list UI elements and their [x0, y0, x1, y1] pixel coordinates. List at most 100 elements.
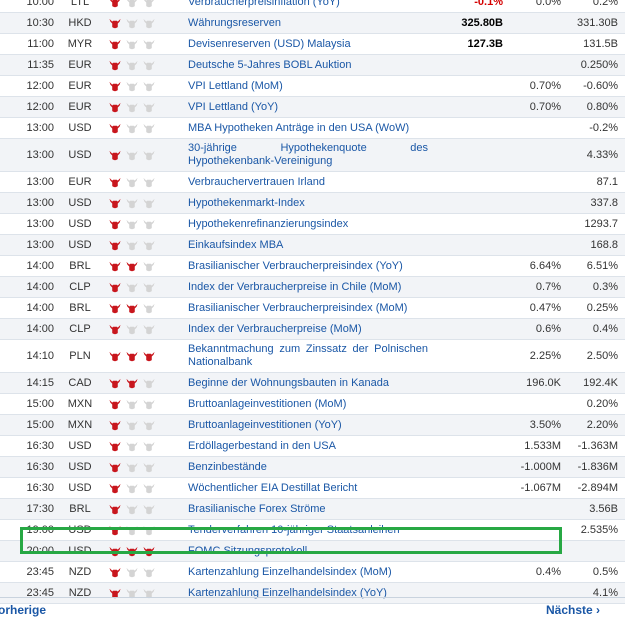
event-name[interactable]: Kartenzahlung Einzelhandelsindex (MoM) — [184, 561, 432, 583]
event-row[interactable]: 12:00 EUR VPI Lettland (YoY) 0.70% 0.80% — [0, 96, 625, 118]
bull-icon — [142, 101, 156, 113]
event-time: 14:00 — [0, 318, 58, 340]
event-actual — [432, 276, 507, 298]
event-row[interactable]: 13:00 EUR Verbrauchervertrauen Irland 87.1 — [0, 171, 625, 193]
event-row[interactable]: 10:30 HKD Währungsreserven 325.80B 331.30B — [0, 12, 625, 34]
event-row[interactable]: 14:15 CAD Beginne der Wohnungsbauten in Ka… — [0, 372, 625, 394]
event-row[interactable]: 13:00 USD Einkaufsindex MBA 168.8 — [0, 234, 625, 256]
event-time: 13:00 — [0, 138, 58, 172]
event-forecast: 0.70% — [507, 75, 565, 97]
event-name[interactable]: Tenderverfahren 10-jähriger Staatsanleih… — [184, 519, 432, 541]
bull-icon — [125, 38, 139, 50]
event-row[interactable]: 16:30 USD Benzinbestände -1.000M -1.836M — [0, 456, 625, 478]
economic-calendar-table: 10:00 LTL Verbraucherpreisinflation (YoY) -… — [0, 0, 625, 604]
bull-icon — [108, 260, 122, 272]
bull-icon — [108, 80, 122, 92]
event-name[interactable]: Verbraucherpreisinflation (YoY) — [184, 0, 432, 13]
event-name[interactable]: Hypothekenmarkt-Index — [184, 192, 432, 214]
event-previous: 6.51% — [565, 255, 622, 277]
event-name[interactable]: Bruttoanlageinvestitionen (YoY) — [184, 414, 432, 436]
event-currency: LTL — [58, 0, 102, 13]
event-currency: USD — [58, 234, 102, 256]
event-previous: 2.535% — [565, 519, 622, 541]
event-name[interactable]: Brasilianische Forex Ströme — [184, 498, 432, 520]
event-previous: 131.5B — [565, 33, 622, 55]
bull-icon — [125, 17, 139, 29]
event-actual — [432, 519, 507, 541]
event-name[interactable]: Einkaufsindex MBA — [184, 234, 432, 256]
event-previous: 3.56B — [565, 498, 622, 520]
event-importance — [102, 0, 184, 13]
event-previous: 0.4% — [565, 318, 622, 340]
event-name[interactable]: FOMC Sitzungsprotokoll — [184, 540, 432, 562]
event-row[interactable]: 13:00 USD Hypothekenmarkt-Index 337.8 — [0, 192, 625, 214]
event-name[interactable]: Hypothekenrefinanzierungsindex — [184, 213, 432, 235]
event-name[interactable]: Beginne der Wohnungsbauten in Kanada — [184, 372, 432, 394]
event-name[interactable]: Benzinbestände — [184, 456, 432, 478]
event-row[interactable]: 13:00 USD MBA Hypotheken Anträge in den US… — [0, 117, 625, 139]
bull-icon — [108, 461, 122, 473]
event-row[interactable]: 20:00 USD FOMC Sitzungsprotokoll — [0, 540, 625, 562]
event-currency: MXN — [58, 393, 102, 415]
bull-icon — [142, 503, 156, 515]
event-row[interactable]: 12:00 EUR VPI Lettland (MoM) 0.70% -0.60% — [0, 75, 625, 97]
event-name[interactable]: Index der Verbraucherpreise in Chile (Mo… — [184, 276, 432, 298]
bull-icon — [108, 377, 122, 389]
event-forecast: 0.47% — [507, 297, 565, 319]
bull-icon — [108, 176, 122, 188]
event-row[interactable]: 13:00 USD Hypothekenrefinanzierungsindex 12… — [0, 213, 625, 235]
event-row[interactable]: 23:45 NZD Kartenzahlung Einzelhandelsindex… — [0, 561, 625, 583]
bull-icon — [142, 176, 156, 188]
event-name[interactable]: VPI Lettland (YoY) — [184, 96, 432, 118]
event-name[interactable]: Erdöllagerbestand in den USA — [184, 435, 432, 457]
event-row[interactable]: 19:00 USD Tenderverfahren 10-jähriger Staa… — [0, 519, 625, 541]
event-importance — [102, 171, 184, 193]
event-name[interactable]: MBA Hypotheken Anträge in den USA (WoW) — [184, 117, 432, 139]
event-name[interactable]: 30-jährige Hypothekenquote des Hypotheke… — [184, 138, 432, 172]
bull-icon — [125, 566, 139, 578]
bull-icon — [108, 149, 122, 161]
event-forecast: -1.067M — [507, 477, 565, 499]
event-name[interactable]: VPI Lettland (MoM) — [184, 75, 432, 97]
event-row[interactable]: 14:00 CLP Index der Verbraucherpreise (MoM… — [0, 318, 625, 340]
event-row[interactable]: 15:00 MXN Bruttoanlageinvestitionen (YoY) 3… — [0, 414, 625, 436]
event-actual — [432, 561, 507, 583]
calendar-body: 10:00 LTL Verbraucherpreisinflation (YoY) -… — [0, 0, 625, 604]
event-name[interactable]: Verbrauchervertrauen Irland — [184, 171, 432, 193]
event-name[interactable]: Index der Verbraucherpreise (MoM) — [184, 318, 432, 340]
event-row[interactable]: 16:30 USD Erdöllagerbestand in den USA 1.53… — [0, 435, 625, 457]
event-name[interactable]: Brasilianischer Verbraucherpreisindex (Y… — [184, 255, 432, 277]
event-name[interactable]: Devisenreserven (USD) Malaysia — [184, 33, 432, 55]
event-name[interactable]: Bekanntmachung zum Zinssatz der Polnisch… — [184, 339, 432, 373]
event-importance — [102, 117, 184, 139]
event-name[interactable]: Deutsche 5-Jahres BOBL Auktion — [184, 54, 432, 76]
previous-link[interactable]: orherige — [0, 603, 46, 617]
event-forecast — [507, 192, 565, 214]
next-link[interactable]: Nächste › — [546, 603, 600, 617]
event-row[interactable]: 16:30 USD Wöchentlicher EIA Destillat Beri… — [0, 477, 625, 499]
event-row[interactable]: 14:00 BRL Brasilianischer Verbraucherpreis… — [0, 255, 625, 277]
event-time: 16:30 — [0, 477, 58, 499]
event-row[interactable]: 14:10 PLN Bekanntmachung zum Zinssatz der … — [0, 339, 625, 373]
event-name[interactable]: Währungsreserven — [184, 12, 432, 34]
bull-icon — [142, 218, 156, 230]
event-row[interactable]: 15:00 MXN Bruttoanlageinvestitionen (MoM) 0… — [0, 393, 625, 415]
event-row[interactable]: 11:00 MYR Devisenreserven (USD) Malaysia 12… — [0, 33, 625, 55]
event-name[interactable]: Brasilianischer Verbraucherpreisindex (M… — [184, 297, 432, 319]
event-previous: 337.8 — [565, 192, 622, 214]
event-row[interactable]: 14:00 BRL Brasilianischer Verbraucherpreis… — [0, 297, 625, 319]
event-importance — [102, 561, 184, 583]
event-name[interactable]: Wöchentlicher EIA Destillat Bericht — [184, 477, 432, 499]
event-previous: 87.1 — [565, 171, 622, 193]
event-row[interactable]: 14:00 CLP Index der Verbraucherpreise in C… — [0, 276, 625, 298]
event-row[interactable]: 13:00 USD 30-jährige Hypothekenquote des H… — [0, 138, 625, 172]
event-name[interactable]: Bruttoanlageinvestitionen (MoM) — [184, 393, 432, 415]
bull-icon — [125, 0, 139, 8]
bull-icon — [108, 440, 122, 452]
event-actual — [432, 318, 507, 340]
bull-icon — [142, 239, 156, 251]
event-row[interactable]: 17:30 BRL Brasilianische Forex Ströme 3.56B — [0, 498, 625, 520]
event-row[interactable]: 10:00 LTL Verbraucherpreisinflation (YoY) -… — [0, 0, 625, 13]
event-row[interactable]: 11:35 EUR Deutsche 5-Jahres BOBL Auktion 0.… — [0, 54, 625, 76]
event-previous: 168.8 — [565, 234, 622, 256]
